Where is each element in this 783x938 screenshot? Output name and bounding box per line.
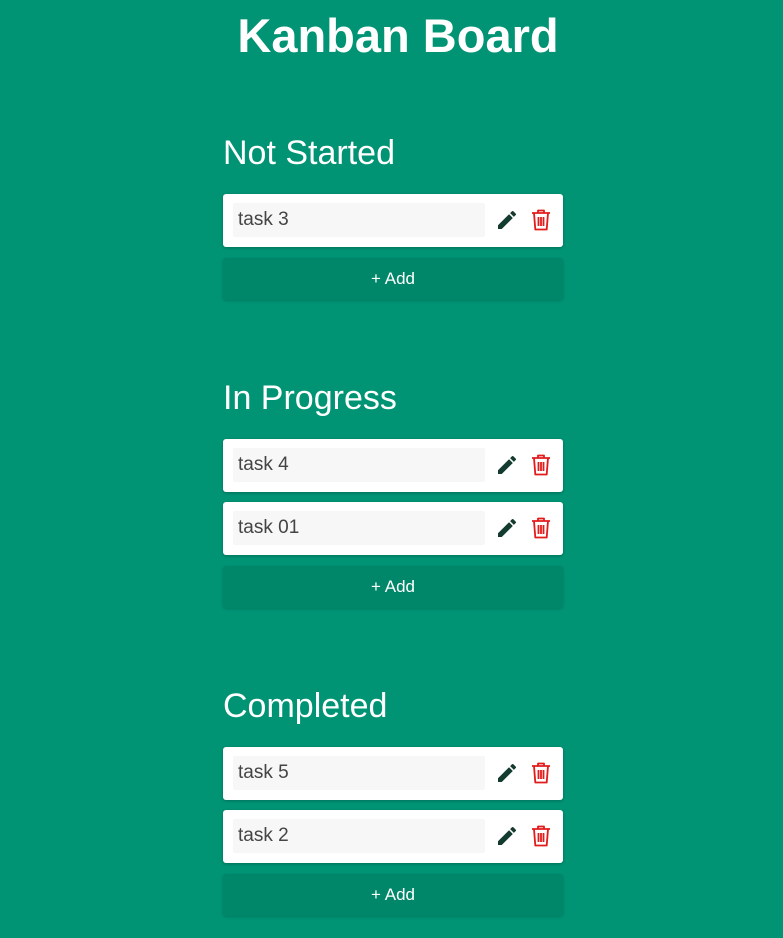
task-text-field[interactable] — [233, 756, 485, 790]
column-not-started: Not Started + Add — [223, 133, 563, 300]
column-in-progress: In Progress task 4 task 01 + Add — [223, 378, 563, 608]
task-card — [223, 810, 563, 863]
task-card — [223, 747, 563, 800]
trash-icon[interactable] — [528, 760, 554, 786]
pencil-icon[interactable] — [494, 207, 520, 233]
trash-icon[interactable] — [528, 207, 554, 233]
page-title: Kanban Board — [237, 9, 559, 62]
pencil-icon[interactable] — [494, 515, 520, 541]
task-text-field[interactable] — [233, 819, 485, 853]
trash-icon[interactable] — [528, 823, 554, 849]
task-text-field[interactable] — [233, 203, 485, 237]
task-card — [223, 194, 563, 247]
column-completed: Completed task 5 task 2 + Add — [223, 686, 563, 916]
column-title: In Progress — [223, 379, 397, 417]
pencil-icon[interactable] — [494, 823, 520, 849]
task-card — [223, 502, 563, 555]
kanban-page: Kanban Board Not Started + Add In Progre… — [0, 0, 783, 938]
task-card — [223, 439, 563, 492]
task-list — [223, 194, 563, 247]
pencil-icon[interactable] — [494, 452, 520, 478]
task-list — [223, 439, 563, 555]
task-text-field[interactable] — [233, 511, 485, 545]
trash-icon[interactable] — [528, 515, 554, 541]
add-task-button[interactable]: + Add — [223, 874, 563, 916]
add-task-button[interactable]: + Add — [223, 258, 563, 300]
add-task-button[interactable]: + Add — [223, 566, 563, 608]
column-title: Not Started — [223, 134, 395, 172]
task-text-field[interactable] — [233, 448, 485, 482]
task-list — [223, 747, 563, 863]
column-title: Completed — [223, 687, 388, 725]
pencil-icon[interactable] — [494, 760, 520, 786]
trash-icon[interactable] — [528, 452, 554, 478]
